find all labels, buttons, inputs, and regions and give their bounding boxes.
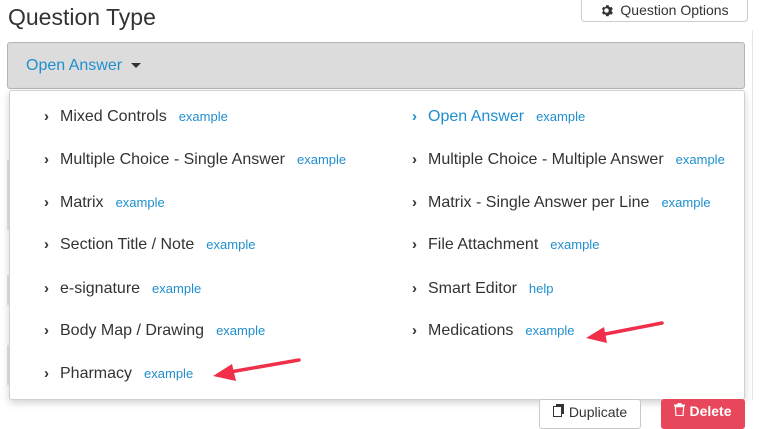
option-label: e-signature [60,280,141,297]
option-matrix-single-answer[interactable]: › Matrix - Single Answer per Line exampl… [412,194,711,212]
option-example-link[interactable]: example [536,109,585,124]
option-example-link[interactable]: example [525,323,574,338]
option-label: Open Answer [428,108,525,125]
page-title: Question Type [8,4,156,30]
option-mixed-controls[interactable]: › Mixed Controls example [44,108,228,126]
option-matrix[interactable]: › Matrix example [44,194,165,212]
duplicate-button[interactable]: Duplicate [539,399,641,429]
chevron-right-icon: › [44,322,49,339]
annotation-arrow-icon [586,321,664,343]
background-panel-edge [752,30,753,400]
option-medications[interactable]: › Medications example [412,322,575,340]
option-label: Smart Editor [428,280,517,297]
option-example-link[interactable]: example [661,195,710,210]
option-label: Mixed Controls [60,108,167,125]
chevron-right-icon: › [44,194,49,211]
question-type-select[interactable]: Open Answer [7,42,745,89]
option-example-link[interactable]: example [144,366,193,381]
option-multiple-choice-multiple[interactable]: › Multiple Choice - Multiple Answer exam… [412,151,725,169]
option-section-title-note[interactable]: › Section Title / Note example [44,236,255,254]
option-body-map-drawing[interactable]: › Body Map / Drawing example [44,322,265,340]
option-label: Body Map / Drawing [60,322,205,339]
chevron-right-icon: › [412,280,417,297]
option-label: Matrix - Single Answer per Line [428,194,650,211]
option-example-link[interactable]: example [152,281,201,296]
option-example-link[interactable]: example [179,109,228,124]
option-example-link[interactable]: example [676,152,725,167]
delete-label: Delete [689,403,732,419]
option-label: Pharmacy [60,365,133,382]
option-example-link[interactable]: example [216,323,265,338]
chevron-right-icon: › [412,151,417,168]
chevron-right-icon: › [412,236,417,253]
option-label: Multiple Choice - Single Answer [60,151,285,168]
option-label: Matrix [60,194,104,211]
chevron-right-icon: › [44,151,49,168]
question-type-selected-value: Open Answer [26,56,123,74]
option-help-link[interactable]: help [529,281,554,296]
option-e-signature[interactable]: › e-signature example [44,280,201,298]
option-label: Section Title / Note [60,236,195,253]
option-example-link[interactable]: example [297,152,346,167]
chevron-right-icon: › [412,194,417,211]
trash-icon [674,403,686,416]
question-options-button[interactable]: Question Options [581,0,748,22]
chevron-right-icon: › [44,365,49,382]
option-label: Multiple Choice - Multiple Answer [428,151,664,168]
question-options-label: Question Options [620,2,729,18]
option-example-link[interactable]: example [206,237,255,252]
chevron-right-icon: › [44,280,49,297]
question-type-dropdown: › Mixed Controls example › Multiple Choi… [9,90,745,400]
option-smart-editor[interactable]: › Smart Editor help [412,280,554,298]
option-pharmacy[interactable]: › Pharmacy example [44,365,193,383]
chevron-right-icon: › [44,108,49,125]
gear-icon [600,4,614,17]
option-example-link[interactable]: example [550,237,599,252]
option-label: Medications [428,322,514,339]
option-open-answer[interactable]: › Open Answer example [412,108,585,126]
annotation-arrow-icon [213,358,301,381]
chevron-right-icon: › [412,322,417,339]
chevron-right-icon: › [44,236,49,253]
option-file-attachment[interactable]: › File Attachment example [412,236,599,254]
delete-button[interactable]: Delete [661,399,745,429]
option-multiple-choice-single[interactable]: › Multiple Choice - Single Answer exampl… [44,151,346,169]
option-example-link[interactable]: example [116,195,165,210]
chevron-right-icon: › [412,108,417,125]
caret-down-icon [131,63,142,68]
copy-icon [552,404,565,417]
option-label: File Attachment [428,236,539,253]
